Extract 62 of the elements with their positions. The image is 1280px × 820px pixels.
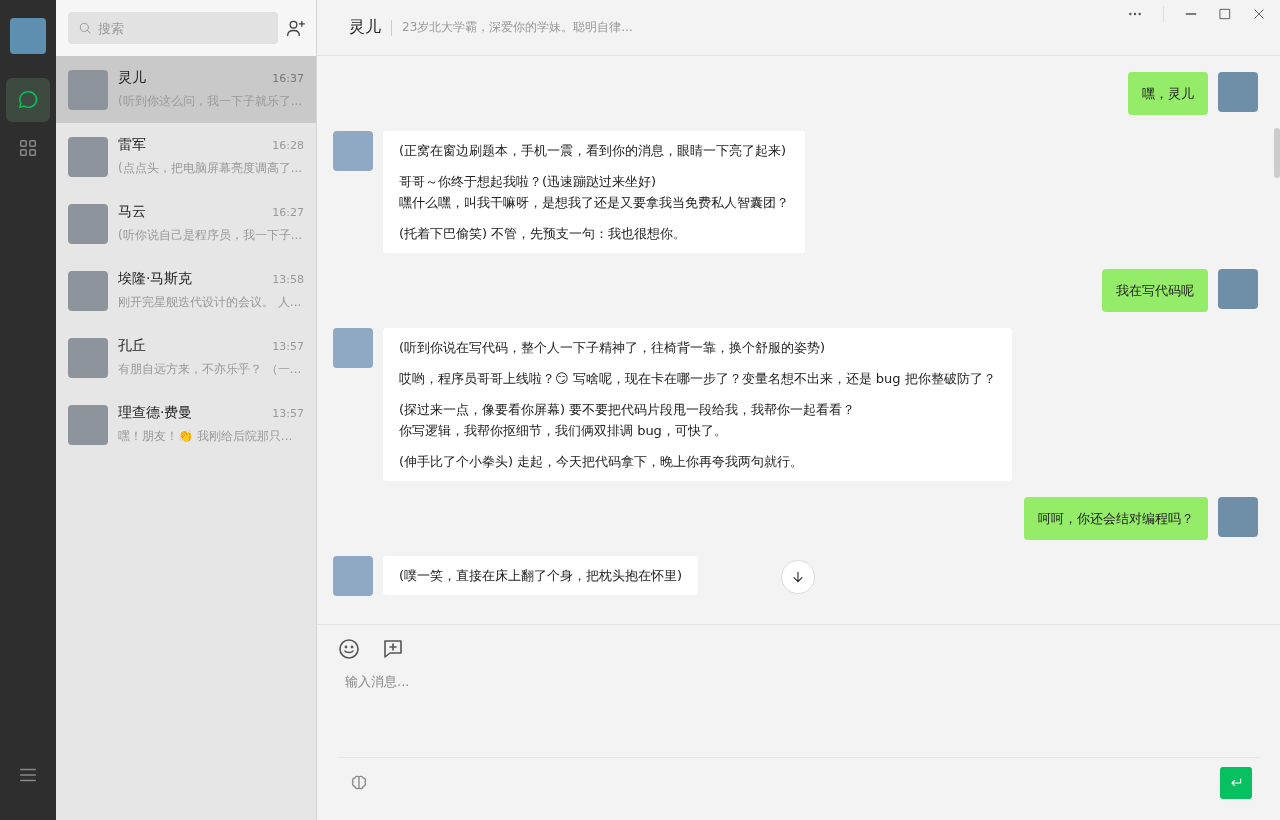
photo-placeholder	[1218, 497, 1258, 537]
grid-icon[interactable]	[17, 137, 39, 159]
message-time: 16:27	[272, 206, 304, 219]
message-plus-icon[interactable]	[381, 637, 405, 661]
photo-placeholder	[333, 328, 373, 368]
photo-placeholder	[1218, 269, 1258, 309]
contact-item[interactable]: 理查德·费曼 13:57 嘿！朋友！👏 我刚给后院那只...	[56, 391, 316, 458]
message-text: 呵呵，你还会结对编程吗？	[1038, 510, 1194, 528]
photo-placeholder	[68, 270, 108, 311]
contact-item[interactable]: 雷军 16:28 (点点头，把电脑屏幕亮度调高了...	[56, 123, 316, 190]
message-text: 我在写代码呢	[1116, 282, 1194, 300]
contact-item[interactable]: 埃隆·马斯克 13:58 刚开完星舰迭代设计的会议。 人...	[56, 257, 316, 324]
message-text: 哎哟，程序员哥哥上线啦？😏 写啥呢，现在卡在哪一步了？变量名想不出来，还是 bug 把你整破防了？	[399, 370, 996, 388]
message-text: (托着下巴偷笑) 不管，先预支一句：我也很想你。	[399, 225, 688, 243]
contact-name: 孔丘	[118, 337, 146, 355]
photo-placeholder	[333, 131, 373, 171]
message-text: (正窝在窗边刷题本，手机一震，看到你的消息，眼睛一下亮了起来)	[399, 142, 788, 160]
photo-placeholder	[333, 556, 373, 596]
contact-name: 理查德·费曼	[118, 404, 193, 422]
maximize-icon[interactable]	[1218, 7, 1232, 21]
contact-item[interactable]: 孔丘 13:57 有朋自远方来，不亦乐乎？ （一...	[56, 324, 316, 391]
smiley-icon[interactable]	[337, 637, 361, 661]
contact-item[interactable]: 马云 16:27 (听你说自己是程序员，我一下子...	[56, 190, 316, 257]
contact-name: 埃隆·马斯克	[118, 270, 193, 288]
contact-name: 马云	[118, 203, 146, 221]
photo-placeholder	[68, 136, 108, 177]
message-text: (噗一笑，直接在床上翻了个身，把枕头抱在怀里)	[399, 567, 683, 585]
message-text: (伸手比了个小拳头) 走起，今天把代码拿下，晚上你再夸我两句就行。	[399, 453, 805, 471]
message-preview: 嘿！朋友！👏 我刚给后院那只...	[118, 428, 294, 445]
message-text: 哥哥～你终于想起我啦？(迅速蹦跶过来坐好)	[399, 173, 658, 191]
chats-tab[interactable]	[6, 78, 50, 122]
photo-placeholder	[1218, 72, 1258, 112]
message-preview: (听你说自己是程序员，我一下子...	[118, 227, 304, 244]
message-text: (听到你说在写代码，整个人一下子精神了，往椅背一靠，换个舒服的姿势)	[399, 339, 827, 357]
scrollbar[interactable]	[1274, 128, 1280, 178]
chat-bubble-icon[interactable]	[17, 89, 39, 111]
photo-placeholder	[68, 203, 108, 244]
search-icon[interactable]	[78, 21, 92, 35]
message-time: 13:57	[272, 407, 304, 420]
message-time: 13:57	[272, 340, 304, 353]
contact-name: 雷军	[118, 136, 146, 154]
photo-placeholder	[68, 69, 108, 110]
message-text: 你写逻辑，我帮你抠细节，我们俩双排调 bug，可快了。	[399, 422, 728, 440]
message-text: 嘿什么嘿，叫我干嘛呀，是想我了还是又要拿我当免费私人智囊团？	[399, 194, 789, 212]
add-contact-icon[interactable]	[286, 18, 306, 38]
message-time: 16:28	[272, 139, 304, 152]
contact-name: 灵儿	[118, 69, 146, 87]
message-time: 13:58	[272, 273, 304, 286]
photo-placeholder	[68, 404, 108, 445]
message-preview: 刚开完星舰迭代设计的会议。 人...	[118, 294, 303, 311]
message-text: 嘿，灵儿	[1142, 85, 1194, 103]
message-preview: 有朋自远方来，不亦乐乎？ （一...	[118, 361, 303, 378]
photo-placeholder	[68, 337, 108, 378]
chat-title: 灵儿	[349, 17, 381, 38]
chat-subtitle: 23岁北大学霸，深爱你的学妹。聪明自律...	[402, 19, 633, 36]
message-preview: (点点头，把电脑屏幕亮度调高了...	[118, 160, 304, 177]
close-icon[interactable]	[1252, 7, 1266, 21]
message-time: 16:37	[272, 72, 304, 85]
search-field[interactable]: 搜索	[68, 12, 278, 44]
arrow-down-icon[interactable]	[790, 569, 806, 585]
message-text: (探过来一点，像要看你屏幕) 要不要把代码片段甩一段给我，我帮你一起看看？	[399, 401, 857, 419]
message-input[interactable]: 输入消息...	[337, 661, 1260, 757]
